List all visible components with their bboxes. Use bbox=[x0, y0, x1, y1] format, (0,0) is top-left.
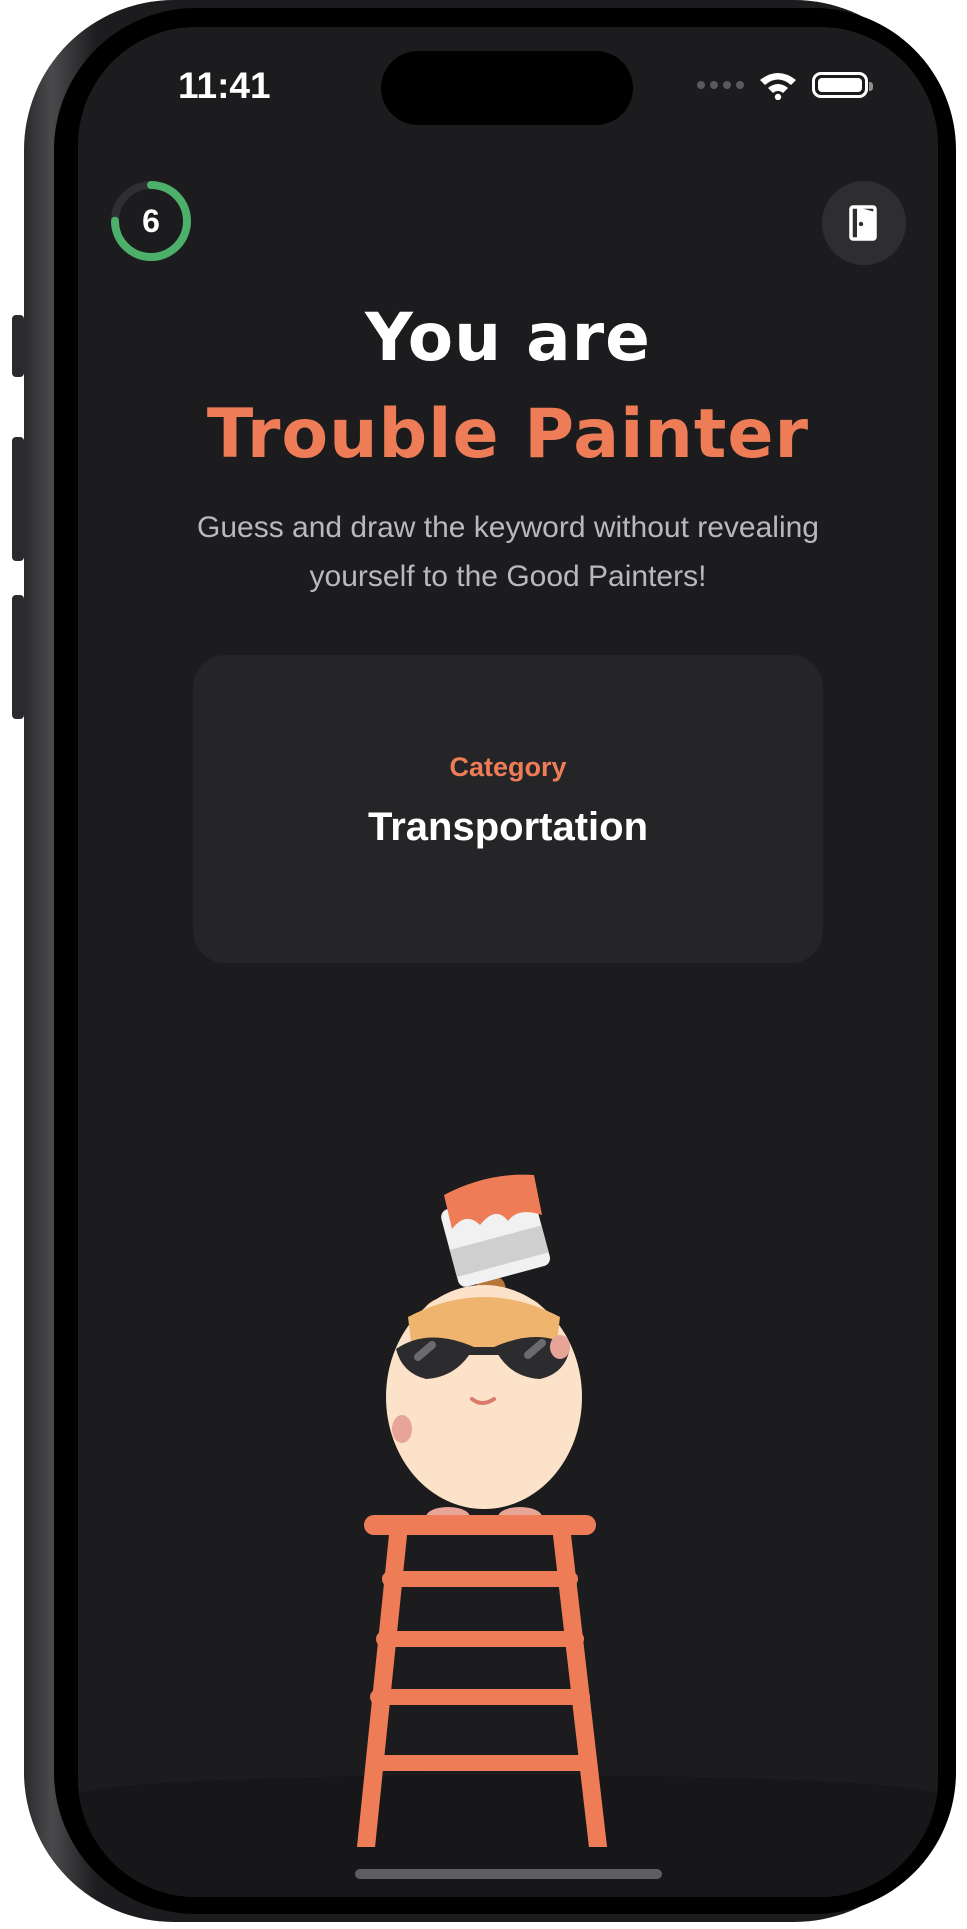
battery-icon bbox=[812, 72, 873, 98]
round-timer: 6 bbox=[110, 180, 192, 262]
action-button bbox=[12, 315, 24, 377]
role-heading-prefix: You are bbox=[365, 299, 651, 376]
category-card: Category Transportation bbox=[193, 655, 823, 963]
volume-up-button bbox=[12, 437, 24, 561]
hamster-painter-illustration bbox=[357, 1174, 607, 1847]
category-value: Transportation bbox=[367, 805, 649, 849]
ladder-icon bbox=[357, 1515, 607, 1847]
dynamic-island bbox=[381, 51, 633, 125]
status-icons bbox=[697, 67, 873, 103]
role-description: Guess and draw the keyword without revea… bbox=[196, 511, 819, 593]
phone-frame: 11:41 6 You are Trouble Painter Guess an… bbox=[12, 0, 956, 1922]
wifi-icon bbox=[760, 73, 796, 100]
category-label: Category bbox=[449, 752, 567, 782]
exit-button[interactable] bbox=[822, 181, 906, 265]
timer-value: 6 bbox=[142, 203, 160, 239]
exit-door-icon bbox=[849, 205, 877, 241]
screen: 11:41 6 You are Trouble Painter Guess an… bbox=[78, 27, 938, 1897]
volume-down-button bbox=[12, 595, 24, 719]
home-indicator[interactable] bbox=[355, 1869, 662, 1879]
role-name: Trouble Painter bbox=[206, 395, 810, 474]
signal-icon bbox=[697, 81, 744, 89]
status-time: 11:41 bbox=[178, 65, 271, 106]
hamster-icon bbox=[386, 1285, 582, 1527]
